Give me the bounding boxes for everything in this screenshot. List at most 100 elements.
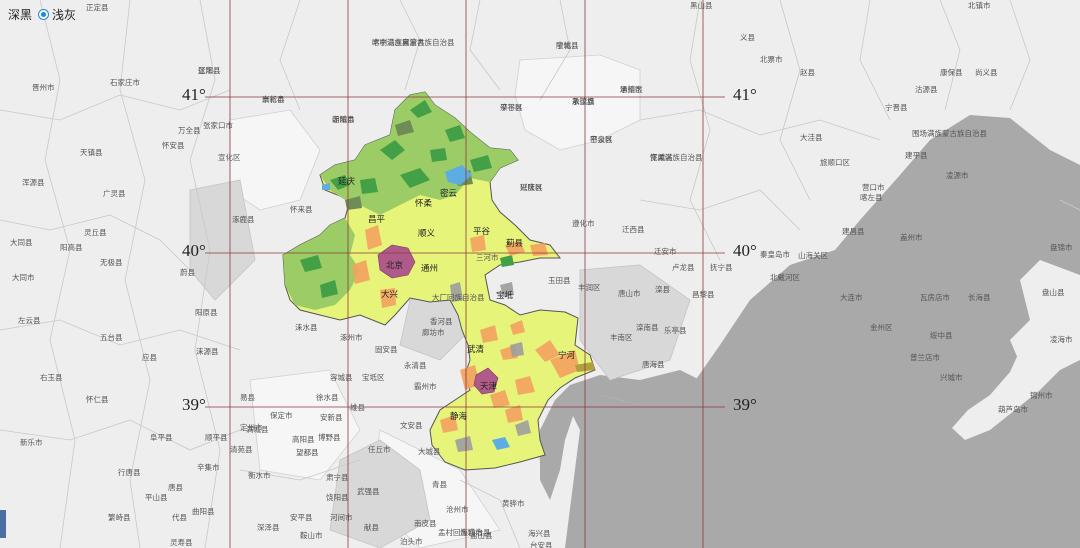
place-label: 玉田县	[548, 276, 571, 285]
place-label: 康保县	[940, 67, 963, 77]
place-label: 深泽县	[257, 523, 280, 532]
place-label: 喀左县	[860, 192, 883, 202]
place-label: 卢龙县	[672, 262, 695, 272]
place-label: 望都县	[296, 447, 319, 457]
place-label: 廊坊市	[422, 327, 445, 337]
lat-label-39-left: 39°	[182, 395, 206, 414]
place-label: 迁西县	[622, 224, 645, 234]
place-label: 新乐市	[20, 437, 43, 447]
place-label: 滦县	[655, 284, 670, 294]
place-label: 蔚县	[180, 267, 195, 277]
basemap-option-lightgray[interactable]: 浅灰	[38, 6, 76, 23]
place-label: 海兴县	[528, 528, 551, 538]
place-label: 阳高县	[60, 242, 83, 252]
place-label: 大同市	[12, 272, 35, 282]
label-tianjin: 天津	[480, 381, 498, 392]
radio-selected-icon	[38, 9, 50, 20]
place-label: 北戴河区	[770, 272, 800, 282]
place-label: 肃宁县	[326, 472, 349, 482]
place-label: 涿州市	[340, 332, 363, 342]
place-label: 盘山县	[1042, 287, 1065, 297]
place-label: 涿鹿县	[232, 214, 255, 224]
place-label: 天镇县	[80, 147, 103, 157]
place-label: 建平县	[905, 150, 928, 160]
place-label: 应县	[142, 352, 157, 362]
place-label: 万全县	[178, 125, 201, 135]
place-label: 怀来县	[290, 204, 313, 214]
place-label: 三河市	[476, 252, 499, 262]
place-label: 怀柔区	[650, 152, 673, 162]
lat-label-40-right: 40°	[733, 241, 757, 260]
place-label: 密云区	[590, 134, 613, 144]
label-pinggu: 平谷	[473, 227, 491, 237]
place-label: 大同县	[10, 237, 33, 247]
place-label: 沧州市	[446, 504, 469, 514]
place-label: 尚义县	[975, 67, 998, 77]
place-label: 遵化市	[572, 218, 595, 228]
place-label: 博野县	[318, 432, 341, 442]
place-label: 涞水县	[295, 322, 318, 332]
lat-label-41-right: 41°	[733, 85, 757, 104]
place-label: 山海关区	[798, 250, 828, 260]
place-label: 永清县	[404, 360, 427, 370]
place-label: 辛集市	[197, 462, 220, 472]
place-label: 赵县	[800, 67, 815, 77]
map-canvas[interactable]: 41° 41° 40° 40° 39° 39° 北京 天津 延庆 怀柔 密云 昌…	[0, 0, 1080, 548]
place-label: 河间市	[330, 512, 353, 522]
place-label: 平谷区	[500, 103, 523, 112]
label-huairou: 怀柔	[415, 198, 433, 209]
place-label: 阜平县	[150, 432, 173, 442]
place-label: 饶阳县	[326, 492, 349, 502]
place-label: 喀喇沁左翼蒙古族自治县	[372, 37, 455, 47]
place-label: 广灵县	[103, 188, 126, 198]
place-label: 顺平县	[205, 433, 228, 442]
place-label: 大连市	[840, 292, 863, 302]
place-label: 凌源市	[946, 170, 969, 180]
label-daxing: 大兴	[381, 289, 399, 300]
place-label: 高阳县	[292, 434, 315, 444]
label-baodi: 宝坻	[496, 290, 514, 301]
place-label: 唐山市	[618, 288, 641, 298]
region-zhangjiakou	[229, 109, 321, 211]
place-label: 延庆区	[520, 182, 543, 192]
place-label: 涞源县	[196, 347, 219, 356]
place-label: 武强县	[357, 486, 380, 496]
place-label: 晋州市	[32, 82, 55, 92]
side-handle[interactable]	[0, 510, 6, 538]
place-label: 容城县	[330, 372, 353, 382]
place-label: 张家口市	[203, 120, 233, 130]
place-label: 易县	[240, 393, 255, 402]
place-label: 五台县	[100, 332, 123, 342]
place-label: 海城市	[460, 527, 483, 537]
label-miyun: 密云	[440, 188, 458, 199]
place-label: 建昌县	[842, 226, 865, 236]
place-label: 秦皇岛市	[760, 249, 790, 259]
place-label: 安平县	[290, 512, 313, 522]
basemap-option-dark[interactable]: 深黑	[8, 6, 32, 23]
place-label: 衡水市	[248, 470, 271, 480]
place-label: 昌黎县	[692, 289, 715, 299]
lat-label-40-left: 40°	[182, 241, 206, 260]
place-label: 平山县	[145, 492, 168, 502]
place-label: 宁晋县	[885, 102, 908, 112]
label-yanqing: 延庆	[338, 176, 356, 187]
place-label: 清苑县	[230, 444, 253, 454]
place-label: 围场满族蒙古族自治县	[912, 128, 987, 138]
place-label: 沽源县	[915, 84, 938, 94]
place-label: 献县	[364, 522, 379, 532]
place-label: 大厂回族自治县	[432, 292, 485, 302]
place-label: 敖汉旗	[572, 96, 595, 106]
place-label: 唐县	[168, 482, 183, 492]
label-ninghe: 宁河	[558, 350, 576, 361]
basemap-toggle: 深黑 浅灰	[8, 6, 76, 23]
place-label: 旅顺口区	[820, 157, 850, 167]
place-label: 阳原县	[195, 308, 218, 317]
place-label: 凌海市	[1050, 334, 1073, 344]
place-label: 兴城市	[940, 372, 963, 382]
place-label: 行唐县	[118, 467, 141, 477]
place-label: 台安县	[530, 540, 553, 548]
label-changping: 昌平	[368, 215, 386, 225]
place-label: 迁安市	[654, 246, 677, 256]
place-label: 乐亭县	[664, 325, 687, 335]
place-label: 宁城县	[556, 40, 579, 50]
